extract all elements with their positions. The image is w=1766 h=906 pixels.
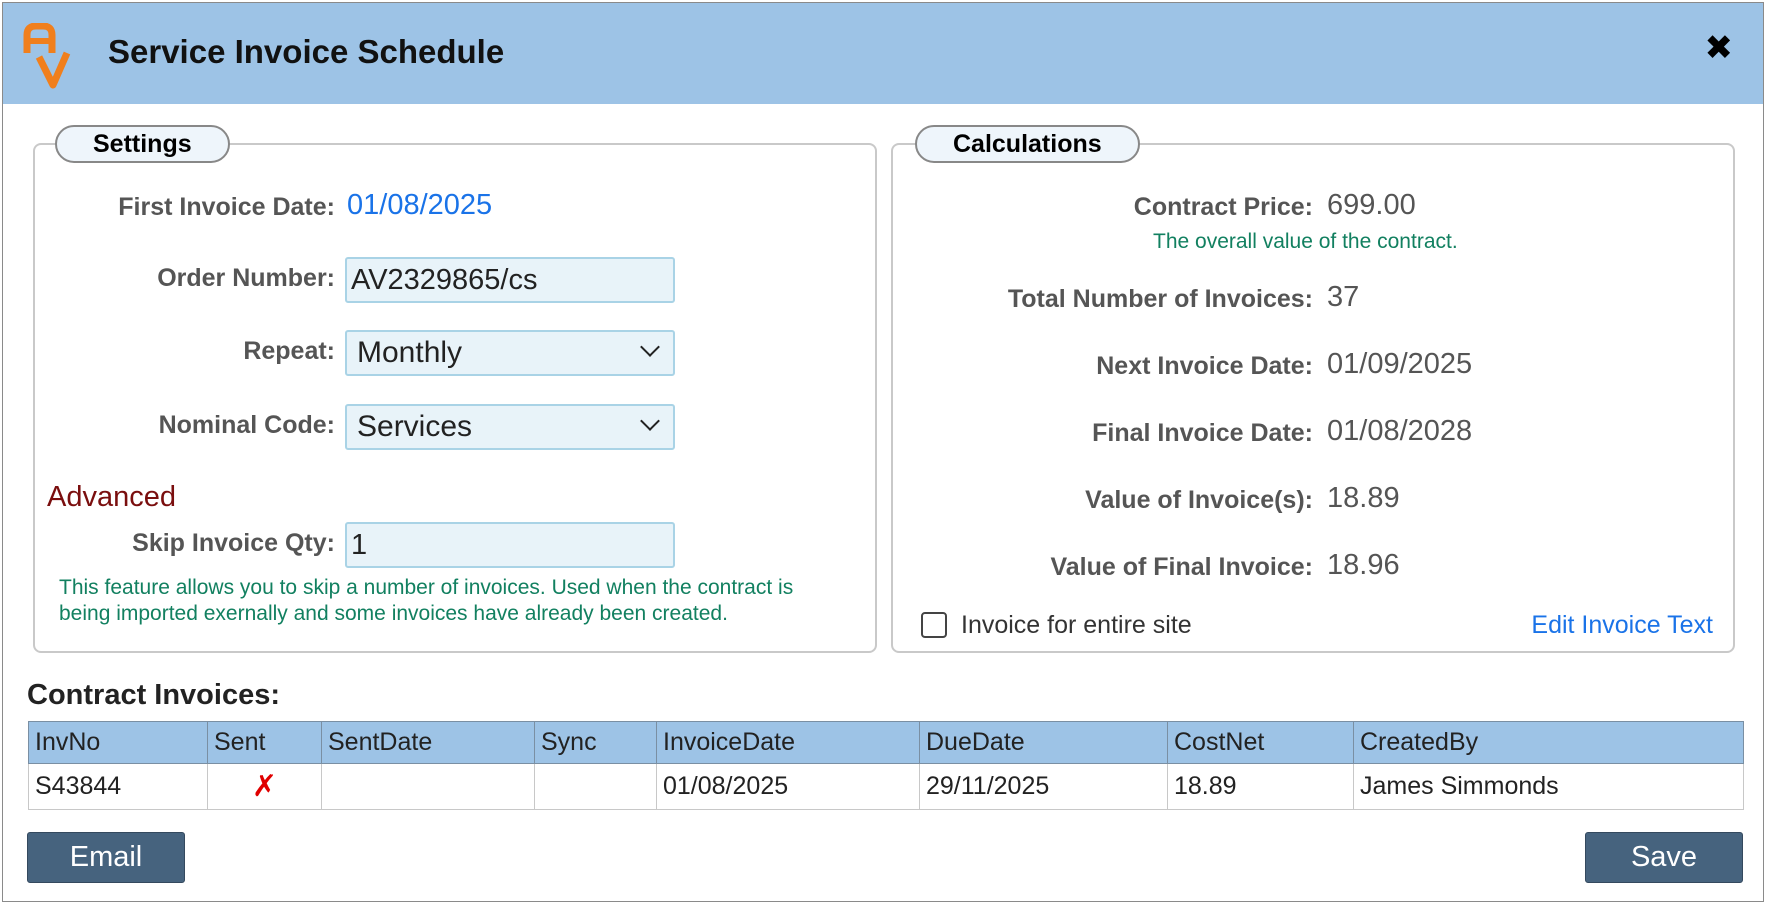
cell-duedate: 29/11/2025 [919,763,1168,810]
column-header-sent[interactable]: Sent [207,721,322,764]
contract-price-hint: The overall value of the contract. [1153,230,1458,253]
close-icon[interactable]: ✖ [1705,31,1734,65]
nominal-code-selected-value: Services [357,410,473,443]
column-header-invno[interactable]: InvNo [28,721,208,764]
final-invoice-date-value: 01/08/2028 [1327,415,1473,447]
email-button[interactable]: Email [27,832,185,883]
nominal-code-select[interactable]: Services [345,404,675,450]
contract-price-value: 699.00 [1327,189,1416,221]
next-invoice-date-value: 01/09/2025 [1327,348,1473,380]
av-logo-icon [23,23,71,89]
column-header-createdby[interactable]: CreatedBy [1353,721,1744,764]
cell-sent: ✗ [207,763,322,810]
edit-invoice-text-link[interactable]: Edit Invoice Text [1531,611,1713,640]
cell-createdby: James Simmonds [1353,763,1744,810]
table-row[interactable]: S43844 ✗ 01/08/2025 29/11/2025 18.89 Jam… [28,763,1744,810]
contract-price-label: Contract Price: [1133,193,1313,221]
final-invoice-date-label: Final Invoice Date: [1092,419,1313,447]
value-of-invoices-label: Value of Invoice(s): [1085,486,1313,514]
settings-legend: Settings [55,125,230,163]
repeat-label: Repeat: [243,337,335,365]
skip-invoice-hint: This feature allows you to skip a number… [59,576,794,625]
first-invoice-date-label: First Invoice Date: [118,193,335,221]
cell-sentdate [321,763,535,810]
cell-costnet: 18.89 [1167,763,1354,810]
cell-sync [534,763,657,810]
skip-invoice-qty-input[interactable] [345,522,675,568]
chevron-down-icon [640,411,660,431]
advanced-heading: Advanced [47,481,176,513]
repeat-select[interactable]: Monthly [345,330,675,376]
column-header-duedate[interactable]: DueDate [919,721,1168,764]
dialog-title: Service Invoice Schedule [108,33,505,70]
repeat-selected-value: Monthly [357,336,463,369]
column-header-sync[interactable]: Sync [534,721,657,764]
contract-invoices-heading: Contract Invoices: [27,679,280,711]
not-sent-icon: ✗ [251,769,278,803]
value-of-final-invoice-label: Value of Final Invoice: [1050,553,1313,581]
calculations-panel: Calculations Contract Price: 699.00 The … [891,125,1735,653]
cell-invno: S43844 [28,763,208,810]
entire-site-checkbox[interactable] [921,612,947,638]
order-number-label: Order Number: [157,264,335,292]
save-button[interactable]: Save [1585,832,1743,883]
column-header-invoicedate[interactable]: InvoiceDate [656,721,920,764]
chevron-down-icon [640,337,660,357]
entire-site-label[interactable]: Invoice for entire site [961,611,1192,640]
value-of-final-invoice-value: 18.96 [1327,549,1400,581]
nominal-code-label: Nominal Code: [158,411,335,439]
contract-invoices-table: InvNo Sent SentDate Sync InvoiceDate Due… [28,721,1744,810]
invoice-schedule-dialog: Service Invoice Schedule ✖ Settings Firs… [2,2,1764,902]
table-header-row: InvNo Sent SentDate Sync InvoiceDate Due… [28,721,1744,764]
total-invoices-value: 37 [1327,281,1360,313]
cell-invoicedate: 01/08/2025 [656,763,920,810]
skip-invoice-qty-label: Skip Invoice Qty: [132,529,335,557]
first-invoice-date-value[interactable]: 01/08/2025 [347,189,492,222]
next-invoice-date-label: Next Invoice Date: [1096,352,1313,380]
value-of-invoices-value: 18.89 [1327,482,1400,514]
order-number-input[interactable] [345,257,675,303]
column-header-sentdate[interactable]: SentDate [321,721,535,764]
column-header-costnet[interactable]: CostNet [1167,721,1354,764]
total-invoices-label: Total Number of Invoices: [1007,285,1313,313]
calculations-legend: Calculations [915,125,1140,163]
dialog-titlebar: Service Invoice Schedule ✖ [3,3,1763,104]
settings-panel: Settings First Invoice Date: 01/08/2025 … [33,125,877,653]
